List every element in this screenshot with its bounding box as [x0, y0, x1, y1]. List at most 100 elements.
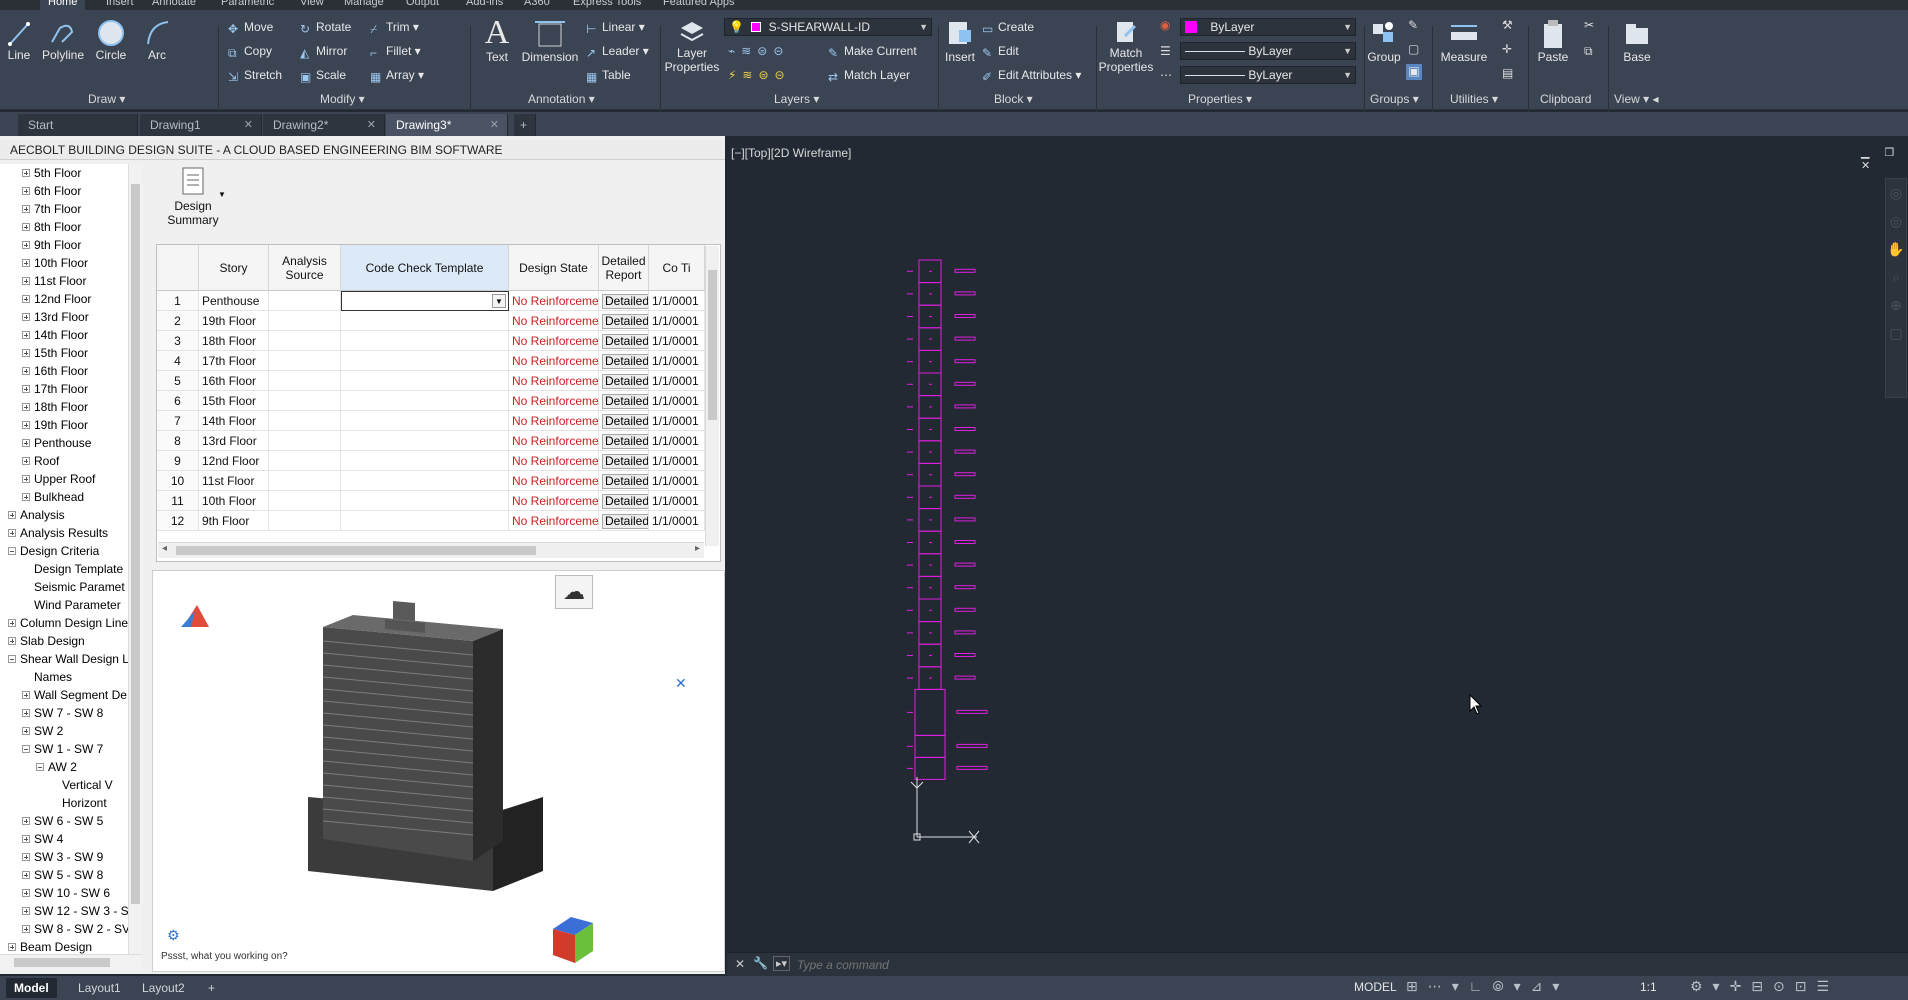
row-number-cell[interactable]: 8	[157, 431, 199, 451]
status-tools[interactable]: ⚙▾✛⊟⊙⊡☰	[1690, 978, 1839, 995]
detailed-report-cell[interactable]: Detailed	[599, 331, 649, 351]
tree-node[interactable]: SW 2	[22, 722, 63, 740]
expand-icon[interactable]	[22, 367, 30, 375]
detailed-report-button[interactable]: Detailed	[602, 314, 648, 329]
code-check-template-cell[interactable]	[341, 391, 509, 411]
edit-attributes-button[interactable]: ✐ Edit Attributes ▾	[982, 68, 1081, 84]
state-cell[interactable]: No Reinforcement	[509, 311, 599, 331]
scale-button[interactable]: ▣ Scale	[300, 68, 346, 84]
state-cell[interactable]: No Reinforcement	[509, 411, 599, 431]
date-cell[interactable]: 1/1/0001	[649, 411, 705, 431]
layer-tools-row2[interactable]: ⚡≋⊜⊝	[728, 68, 791, 82]
expand-icon[interactable]	[22, 853, 30, 861]
expand-icon[interactable]	[22, 313, 30, 321]
state-cell[interactable]: No Reinforcement	[509, 331, 599, 351]
col-header-detailed-report[interactable]: Detailed Report	[599, 245, 649, 291]
table-row[interactable]: 129th Floor No ReinforcementDetailed1/1/0…	[157, 511, 717, 531]
tree-node[interactable]: Analysis Results	[8, 524, 108, 542]
tree-node[interactable]: SW 7 - SW 8	[22, 704, 103, 722]
menu-tab-express-tools[interactable]: Express Tools	[573, 0, 641, 8]
code-check-template-cell[interactable]: ▼	[341, 291, 509, 311]
layout-tab-model[interactable]: Model	[6, 978, 57, 998]
close-icon[interactable]: ✕	[244, 114, 253, 136]
scroll-right-icon[interactable]: ▸	[695, 543, 700, 554]
tree-node[interactable]: 11st Floor	[22, 272, 86, 290]
design-summary-button[interactable]: Design Summary ▼	[158, 166, 228, 232]
viewport-controls-label[interactable]: [−][Top][2D Wireframe]	[731, 146, 851, 160]
tree-node[interactable]: Analysis	[8, 506, 65, 524]
menu-tab-output[interactable]: Output	[406, 0, 439, 8]
row-number-cell[interactable]: 9	[157, 451, 199, 471]
detailed-report-cell[interactable]: Detailed	[599, 351, 649, 371]
story-cell[interactable]: 10th Floor	[199, 491, 269, 511]
expand-icon[interactable]	[22, 403, 30, 411]
row-number-cell[interactable]: 6	[157, 391, 199, 411]
code-check-template-cell[interactable]	[341, 491, 509, 511]
story-cell[interactable]: 17th Floor	[199, 351, 269, 371]
detailed-report-cell[interactable]: Detailed	[599, 451, 649, 471]
menu-tab-featured-apps[interactable]: Featured Apps	[663, 0, 735, 8]
date-cell[interactable]: 1/1/0001	[649, 471, 705, 491]
scroll-thumb[interactable]	[176, 546, 536, 555]
tree-node[interactable]: Column Design Line	[8, 614, 128, 632]
groups-panel-title[interactable]: Groups ▾	[1370, 92, 1419, 106]
expand-icon[interactable]	[22, 223, 30, 231]
expand-icon[interactable]	[8, 619, 16, 627]
expand-icon[interactable]	[22, 385, 30, 393]
detailed-report-cell[interactable]: Detailed	[599, 471, 649, 491]
scroll-thumb[interactable]	[131, 184, 140, 904]
match-properties-button[interactable]: Match Properties	[1098, 18, 1154, 74]
detailed-report-cell[interactable]: Detailed	[599, 511, 649, 531]
copy-clip-icon[interactable]: ⧉	[1584, 44, 1593, 59]
date-cell[interactable]: 1/1/0001	[649, 311, 705, 331]
detailed-report-button[interactable]: Detailed	[602, 374, 648, 389]
table-row[interactable]: 813rd Floor No ReinforcementDetailed1/1/0…	[157, 431, 717, 451]
date-cell[interactable]: 1/1/0001	[649, 451, 705, 471]
tree-node[interactable]: 10th Floor	[22, 254, 88, 272]
expand-icon[interactable]	[22, 277, 30, 285]
expand-icon[interactable]	[22, 457, 30, 465]
measure-button[interactable]: Measure	[1436, 18, 1492, 64]
code-check-template-cell[interactable]	[341, 371, 509, 391]
grid-horizontal-scrollbar[interactable]: ◂ ▸	[158, 542, 704, 558]
tree-node[interactable]: Upper Roof	[22, 470, 95, 488]
story-cell[interactable]: 14th Floor	[199, 411, 269, 431]
expand-icon[interactable]	[22, 349, 30, 357]
trim-button[interactable]: ⌿ Trim ▾	[370, 20, 419, 36]
state-cell[interactable]: No Reinforcement	[509, 491, 599, 511]
menu-tab-home[interactable]: Home	[40, 0, 86, 10]
row-number-cell[interactable]: 5	[157, 371, 199, 391]
analysis-source-cell[interactable]	[269, 411, 341, 431]
wrench-icon[interactable]: 🔧	[753, 956, 768, 970]
tree-node[interactable]: Wall Segment De	[22, 686, 127, 704]
group-selection-icon[interactable]: ▣	[1406, 64, 1422, 80]
date-cell[interactable]: 1/1/0001	[649, 391, 705, 411]
col-header-story[interactable]: Story	[199, 245, 269, 291]
scroll-left-icon[interactable]: ◂	[162, 543, 167, 554]
expand-icon[interactable]	[8, 637, 16, 645]
tree-node[interactable]: SW 6 - SW 5	[22, 812, 103, 830]
analysis-source-cell[interactable]	[269, 351, 341, 371]
tree-node[interactable]: SW 1 - SW 7	[22, 740, 103, 758]
expand-icon[interactable]	[8, 943, 16, 951]
line-button[interactable]: Line	[4, 18, 34, 62]
analysis-source-cell[interactable]	[269, 391, 341, 411]
utilities-panel-title[interactable]: Utilities ▾	[1450, 92, 1498, 106]
view-cube-icon[interactable]	[553, 917, 593, 963]
insert-block-button[interactable]: Insert	[942, 18, 978, 64]
detailed-report-button[interactable]: Detailed	[602, 354, 648, 369]
color-dropdown[interactable]: ByLayer ▼	[1180, 18, 1356, 36]
state-cell[interactable]: No Reinforcement	[509, 471, 599, 491]
menu-tab-parametric[interactable]: Parametric	[221, 0, 274, 8]
stretch-button[interactable]: ⇲ Stretch	[228, 68, 282, 84]
analysis-source-cell[interactable]	[269, 331, 341, 351]
gear-icon[interactable]: ⚙	[167, 927, 180, 944]
row-number-cell[interactable]: 10	[157, 471, 199, 491]
tree-node[interactable]: 18th Floor	[22, 398, 88, 416]
collapse-icon[interactable]	[36, 763, 44, 771]
polyline-button[interactable]: Polyline	[40, 18, 86, 62]
detailed-report-button[interactable]: Detailed	[602, 514, 648, 529]
point-icon[interactable]: ✛	[1502, 42, 1512, 56]
group-edit-icon[interactable]: ✎	[1408, 18, 1418, 32]
code-check-template-cell[interactable]	[341, 511, 509, 531]
